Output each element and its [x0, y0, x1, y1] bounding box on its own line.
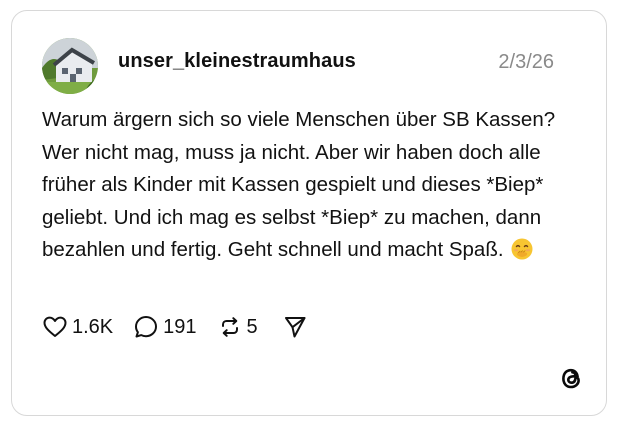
reply-button[interactable]: 191 [133, 314, 197, 340]
repost-button[interactable]: 5 [217, 314, 258, 340]
like-count: 1.6K [72, 315, 114, 338]
post-actions: 1.6K 191 5 [42, 312, 328, 342]
avatar[interactable] [42, 38, 98, 94]
share-button[interactable] [282, 314, 308, 340]
face-with-hand-over-mouth-emoji-icon [511, 238, 533, 260]
post-date: 2/3/26 [498, 51, 554, 73]
username[interactable]: unser_kleinestraumhaus [118, 50, 356, 73]
post-body: Warum ärgern sich so viele Menschen über… [42, 108, 556, 261]
repost-count: 5 [246, 315, 258, 338]
like-button[interactable]: 1.6K [42, 314, 113, 340]
threads-logo-icon[interactable] [556, 363, 586, 393]
post-text: Warum ärgern sich so viele Menschen über… [42, 104, 582, 267]
speech-bubble-icon [133, 314, 159, 340]
send-icon [282, 314, 308, 340]
reply-count: 191 [163, 315, 197, 338]
repost-icon [217, 314, 243, 340]
heart-icon [42, 314, 68, 340]
